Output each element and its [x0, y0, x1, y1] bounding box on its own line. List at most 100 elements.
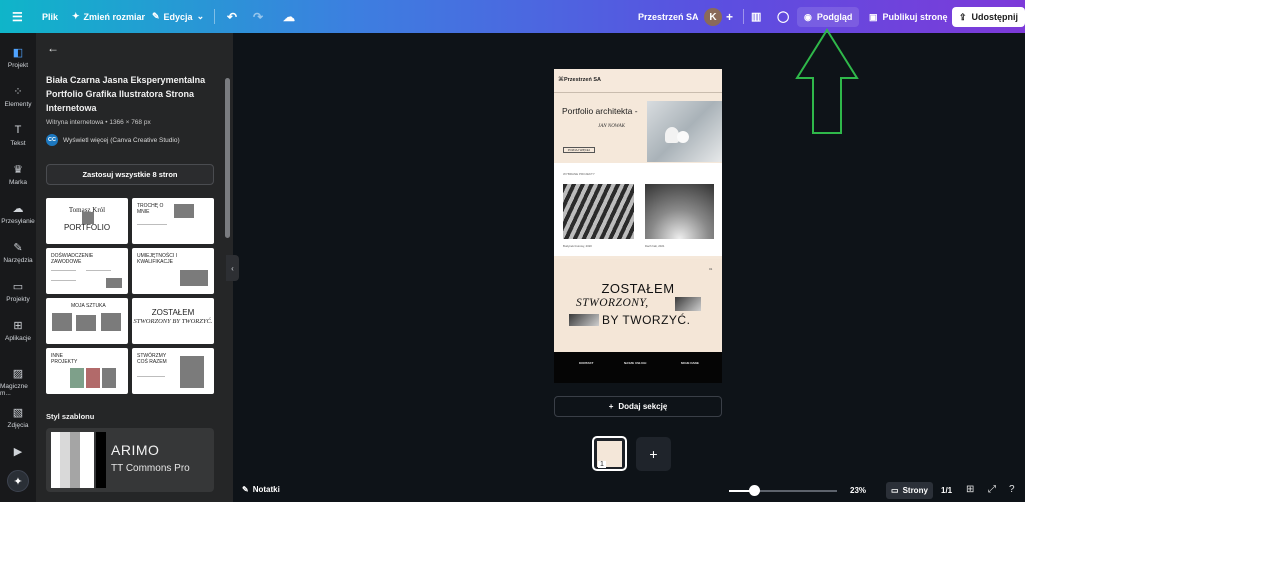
- rail-item-marka[interactable]: ♛ Marka: [0, 162, 36, 187]
- thumb-text: UMIEJĘTNOŚCI I KWALIFIKACJE: [137, 253, 178, 265]
- thumb-image: [52, 313, 72, 331]
- avatar[interactable]: K: [704, 8, 722, 26]
- thumb-line: [137, 224, 167, 225]
- zoom-value[interactable]: 23%: [850, 486, 866, 495]
- rail-label: Narzędzia: [3, 257, 33, 264]
- template-page-thumb[interactable]: ZOSTAŁEM STWORZONY BY TWORZYĆ.: [132, 298, 214, 344]
- notes-icon: ✎: [242, 485, 249, 494]
- thumb-text: DOŚWIADCZENIE ZAWODOWE: [51, 253, 94, 265]
- add-section-button[interactable]: + Dodaj sekcję: [554, 396, 722, 417]
- panel-scrollbar[interactable]: [225, 78, 230, 238]
- workspace-label: Przestrzeń SA: [638, 11, 699, 22]
- website-page-canvas[interactable]: ⌘ Przestrzeń SA Portfolio architekta - J…: [554, 69, 722, 383]
- rail-item-aplikacje[interactable]: ⊞ Aplikacje: [0, 318, 36, 343]
- add-page-button[interactable]: +: [636, 437, 671, 471]
- statement-image: [569, 314, 599, 326]
- template-page-thumb[interactable]: UMIEJĘTNOŚCI I KWALIFIKACJE: [132, 248, 214, 294]
- template-page-thumb[interactable]: DOŚWIADCZENIE ZAWODOWE: [46, 248, 128, 294]
- thumb-text: PORTFOLIO: [63, 223, 111, 232]
- pages-label: Strony: [902, 486, 928, 495]
- rail-label: Projekty: [6, 296, 30, 303]
- plus-icon: +: [649, 446, 658, 462]
- preview-label: Podgląd: [816, 12, 853, 22]
- template-page-thumb[interactable]: TROCHĘ O MNIE: [132, 198, 214, 244]
- thumb-text: TROCHĘ O MNIE: [137, 203, 164, 215]
- help-icon[interactable]: ?: [1009, 484, 1015, 495]
- rail-item-video[interactable]: ▶: [0, 444, 36, 461]
- zoom-slider-handle[interactable]: [749, 485, 760, 496]
- publish-label: Publikuj stronę: [882, 12, 948, 22]
- hero-image: [647, 101, 722, 162]
- page-footer: KONTAKT NASZE USŁUGI MOJE DANE: [554, 352, 722, 383]
- template-page-thumb[interactable]: MOJA SZTUKA: [46, 298, 128, 344]
- thumb-line: [51, 270, 76, 271]
- publish-button[interactable]: ▣ Publikuj stronę: [862, 7, 955, 27]
- rail-item-przesylanie[interactable]: ☁ Przesyłanie: [0, 201, 36, 226]
- template-page-thumb[interactable]: INNE PROJEKTY: [46, 348, 128, 394]
- rail-item-narzedzia[interactable]: ✎ Narzędzia: [0, 240, 36, 265]
- building-image: [563, 184, 634, 239]
- thumb-text: ZOSTAŁEM: [151, 308, 195, 317]
- cloud-sync-icon[interactable]: ☁: [283, 0, 295, 33]
- upload-icon: ⇪: [959, 11, 967, 22]
- style-font-primary: ARIMO: [111, 442, 160, 458]
- color-swatch: [51, 432, 60, 488]
- back-arrow-icon[interactable]: ←: [47, 41, 59, 55]
- collapse-panel-button[interactable]: ‹: [226, 255, 239, 281]
- share-label: Udostępnij: [971, 12, 1019, 22]
- upload-icon: ☁: [12, 202, 24, 215]
- rail-label: Magiczne m...: [0, 383, 28, 397]
- rail-item-zdjecia[interactable]: ▧ Zdjęcia: [0, 405, 36, 430]
- rail-item-projekty[interactable]: ▭ Projekty: [0, 279, 36, 304]
- page-thumbnail[interactable]: 1: [592, 436, 627, 471]
- rail-label: Zdjęcia: [7, 422, 29, 429]
- thumb-line: [86, 270, 111, 271]
- rail-item-magiczne[interactable]: ▨ Magiczne m...: [0, 366, 36, 398]
- file-label: Plik: [42, 11, 59, 22]
- apply-all-button[interactable]: Zastosuj wszystkie 8 stron: [46, 164, 214, 185]
- workspace-name[interactable]: Przestrzeń SA: [638, 0, 699, 33]
- template-page-thumb[interactable]: Tomasz Król PORTFOLIO: [46, 198, 128, 244]
- page-number: 01: [709, 267, 713, 271]
- thumb-image: [86, 368, 100, 388]
- grid-view-icon[interactable]: ⊞: [966, 484, 974, 495]
- resize-button[interactable]: ✦ Zmień rozmiar: [72, 0, 145, 33]
- thumb-image: [101, 313, 121, 331]
- layout-icon: ◧: [12, 46, 24, 59]
- eye-icon: ◉: [804, 11, 812, 22]
- template-page-thumb[interactable]: STWÓRZMY COŚ RAZEM: [132, 348, 214, 394]
- pencil-icon: ✎: [152, 11, 160, 21]
- thumb-text: STWÓRZMY COŚ RAZEM: [137, 353, 167, 365]
- hero-button: POZNAJ WIĘCEJ: [563, 147, 595, 153]
- dome-image: [645, 184, 714, 239]
- thumb-text: STWORZONY BY TWORZYĆ.: [133, 318, 213, 325]
- magic-assistant-button[interactable]: ✦: [7, 470, 29, 492]
- fullscreen-icon[interactable]: ⤢: [988, 484, 996, 495]
- rail-item-projekt[interactable]: ◧ Projekt: [0, 45, 36, 70]
- photos-icon: ▧: [12, 406, 24, 419]
- rail-item-elementy[interactable]: ⁘ Elementy: [0, 84, 36, 109]
- hero-title: Portfolio architekta -: [562, 106, 638, 116]
- undo-icon[interactable]: ↶: [227, 0, 237, 33]
- preview-button[interactable]: ◉ Podgląd: [797, 7, 860, 27]
- creator-link[interactable]: CC Wyświetl więcej (Canva Creative Studi…: [46, 134, 180, 146]
- share-button[interactable]: ⇪ Udostępnij: [952, 7, 1025, 27]
- creator-label: Wyświetl więcej (Canva Creative Studio): [63, 136, 180, 144]
- add-collaborator-icon[interactable]: +: [726, 0, 733, 33]
- template-meta: Witryna internetowa • 1366 × 768 px: [46, 119, 151, 126]
- notes-button[interactable]: ✎ Notatki: [242, 485, 280, 494]
- rail-label: Przesyłanie: [1, 218, 35, 225]
- page-count: 1/1: [941, 486, 953, 495]
- file-menu[interactable]: Plik: [42, 0, 58, 33]
- annotation-arrow-up-icon: [795, 28, 859, 134]
- insights-icon[interactable]: ▥: [751, 0, 761, 33]
- comment-icon[interactable]: ◯: [777, 0, 789, 33]
- edit-menu[interactable]: ✎ Edycja ⌄: [152, 0, 204, 33]
- template-style-card[interactable]: ARIMO TT Commons Pro: [46, 428, 214, 492]
- hamburger-icon[interactable]: ☰: [12, 0, 23, 33]
- pages-button[interactable]: ▭ Strony: [886, 482, 933, 499]
- edit-label: Edycja: [163, 11, 193, 22]
- thumb-image: [76, 315, 96, 331]
- redo-icon[interactable]: ↷: [253, 0, 263, 33]
- rail-item-tekst[interactable]: T Tekst: [0, 123, 36, 147]
